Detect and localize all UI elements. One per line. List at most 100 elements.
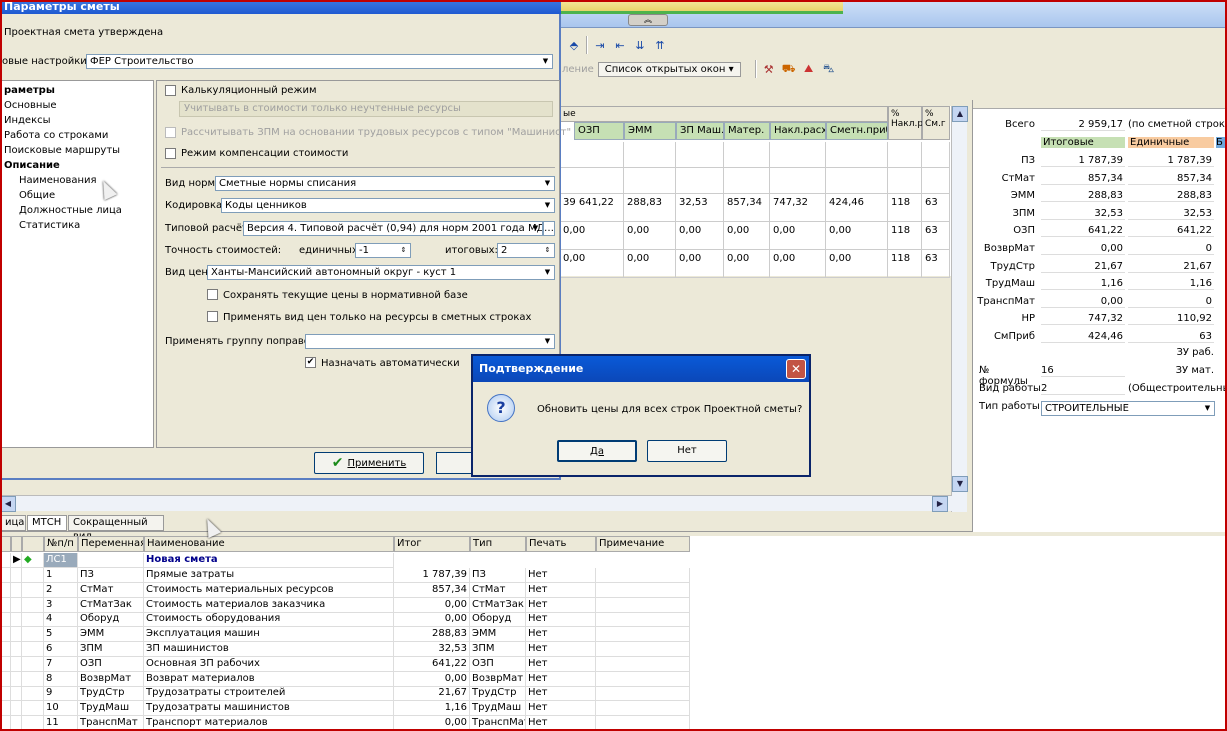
table-cell[interactable]: 0,00 — [394, 612, 470, 628]
assign-auto-checkbox[interactable]: ✔ — [305, 357, 316, 368]
table-cell[interactable]: 11 — [44, 716, 78, 731]
root-code[interactable]: ЛС1 — [44, 553, 78, 568]
table-cell[interactable]: 4 — [44, 612, 78, 628]
grid-cell[interactable]: 0,00 — [676, 250, 724, 278]
table-cell[interactable]: Нет — [526, 568, 596, 583]
tab-mtsn[interactable]: МТСН — [27, 515, 67, 531]
table-cell[interactable]: ЭММ — [470, 627, 526, 643]
table-cell[interactable]: ВозврМат — [78, 671, 144, 687]
yes-button[interactable]: Да — [557, 440, 637, 462]
grid-cell[interactable] — [624, 142, 676, 168]
table-cell[interactable]: Прямые затраты — [144, 568, 394, 583]
outdent-icon[interactable]: ⇤ — [612, 37, 628, 53]
table-column-header[interactable]: Печать — [526, 536, 596, 552]
table-cell[interactable]: Стоимость материальных ресурсов — [144, 582, 394, 598]
move-up-icon[interactable]: ⇈ — [652, 37, 668, 53]
grid-cell[interactable]: 118 — [888, 194, 922, 222]
table-cell[interactable]: Стоимость материалов заказчика — [144, 597, 394, 613]
apply-button[interactable]: ✔ Применить — [314, 452, 424, 474]
table-cell[interactable] — [596, 701, 690, 717]
table-cell[interactable]: Нет — [526, 656, 596, 672]
table-cell[interactable]: СтМат — [78, 582, 144, 598]
grid-cell[interactable]: 747,32 — [770, 194, 826, 222]
grid-cell[interactable] — [560, 142, 624, 168]
table-cell[interactable]: 288,83 — [394, 627, 470, 643]
scroll-left-icon[interactable]: ◀ — [0, 496, 16, 512]
grid-cell[interactable]: 63 — [922, 194, 950, 222]
table-cell[interactable] — [596, 642, 690, 657]
tree-item[interactable]: Описание — [4, 160, 60, 171]
machine-icon[interactable]: ⛍ — [821, 61, 837, 77]
grid-column-header[interactable]: ЗП Маш. — [676, 122, 724, 140]
norm-type-dropdown[interactable]: Сметные нормы списания ▼ — [215, 176, 555, 191]
tree-item[interactable]: Статистика — [19, 220, 80, 231]
table-cell[interactable]: ЗП машинистов — [144, 642, 394, 657]
grid-cell[interactable]: 0,00 — [560, 222, 624, 250]
grid-cell[interactable] — [676, 168, 724, 194]
table-column-header[interactable]: Примечание — [596, 536, 690, 552]
grid-column-header[interactable]: Накл.расх. — [770, 122, 826, 140]
table-cell[interactable]: Нет — [526, 597, 596, 613]
grid-cell[interactable]: 63 — [922, 222, 950, 250]
table-cell[interactable]: Трудозатраты строителей — [144, 686, 394, 702]
table-cell[interactable] — [596, 716, 690, 731]
table-cell[interactable]: ТрудСтр — [78, 686, 144, 702]
work-type-dropdown[interactable]: СТРОИТЕЛЬНЫЕ ▼ — [1041, 401, 1215, 416]
table-cell[interactable]: ЗПМ — [78, 642, 144, 657]
grid-cell[interactable]: 0,00 — [826, 250, 888, 278]
grid-cell[interactable]: 857,34 — [724, 194, 770, 222]
table-cell[interactable]: Нет — [526, 716, 596, 731]
table-cell[interactable]: Транспорт материалов — [144, 716, 394, 731]
table-cell[interactable]: Основная ЗП рабочих — [144, 656, 394, 672]
keep-prices-checkbox[interactable] — [207, 289, 218, 300]
grid-cell[interactable]: 32,53 — [676, 194, 724, 222]
table-cell[interactable]: 3 — [44, 597, 78, 613]
grid-cell[interactable]: 0,00 — [624, 222, 676, 250]
table-cell[interactable] — [596, 582, 690, 598]
tree-item[interactable]: Наименования — [19, 175, 97, 186]
table-cell[interactable] — [596, 671, 690, 687]
coding-dropdown[interactable]: Коды ценников ▼ — [221, 198, 555, 213]
table-cell[interactable]: Нет — [526, 686, 596, 702]
scroll-down-icon[interactable]: ▼ — [952, 476, 968, 492]
table-cell[interactable]: ТранспМат — [470, 716, 526, 731]
tab-table[interactable]: ица — [0, 515, 26, 531]
formula-value[interactable]: 16 — [1041, 365, 1125, 377]
grid-cell[interactable] — [724, 142, 770, 168]
grid-cell[interactable]: 0,00 — [770, 250, 826, 278]
grid-cell[interactable] — [826, 168, 888, 194]
tree-item[interactable]: Поисковые маршруты — [4, 145, 120, 156]
table-cell[interactable]: 7 — [44, 656, 78, 672]
table-cell[interactable]: Эксплуатация машин — [144, 627, 394, 643]
grid-cell[interactable]: 0,00 — [560, 250, 624, 278]
grid-cell[interactable] — [770, 168, 826, 194]
grid-cell[interactable] — [826, 142, 888, 168]
tree-item[interactable]: раметры — [4, 85, 55, 96]
table-cell[interactable]: 5 — [44, 627, 78, 643]
tab-short-view[interactable]: Сокращенный вид — [68, 515, 164, 542]
table-cell[interactable]: Нет — [526, 642, 596, 657]
typical-calc-dropdown[interactable]: Версия 4. Типовой расчёт (0,94) для норм… — [243, 221, 543, 236]
crane-icon[interactable]: ⛰ — [801, 61, 817, 77]
work-kind-value[interactable]: 2 — [1041, 383, 1125, 395]
table-cell[interactable]: ТрудСтр — [470, 686, 526, 702]
table-cell[interactable]: Оборуд — [470, 612, 526, 628]
table-cell[interactable]: Нет — [526, 582, 596, 598]
close-icon[interactable]: ✕ — [786, 359, 806, 379]
table-cell[interactable]: 2 — [44, 582, 78, 598]
table-cell[interactable]: Трудозатраты машинистов — [144, 701, 394, 717]
scroll-right-icon[interactable]: ▶ — [932, 496, 948, 512]
total-precision-spinner[interactable]: 2 ⇕ — [497, 243, 555, 258]
table-cell[interactable]: 9 — [44, 686, 78, 702]
table-cell[interactable]: 0,00 — [394, 716, 470, 731]
table-cell[interactable]: ЗПМ — [470, 642, 526, 657]
table-cell[interactable] — [596, 627, 690, 643]
compensation-checkbox[interactable] — [165, 148, 176, 159]
table-cell[interactable]: ВозврМат — [470, 671, 526, 687]
grid-cell[interactable]: 118 — [888, 250, 922, 278]
grid-column-header[interactable]: ЭММ — [624, 122, 676, 140]
tree-item[interactable]: Должностные лица — [19, 205, 122, 216]
table-cell[interactable]: 21,67 — [394, 686, 470, 702]
table-cell[interactable]: ТрудМаш — [470, 701, 526, 717]
apply-prices-checkbox[interactable] — [207, 311, 218, 322]
